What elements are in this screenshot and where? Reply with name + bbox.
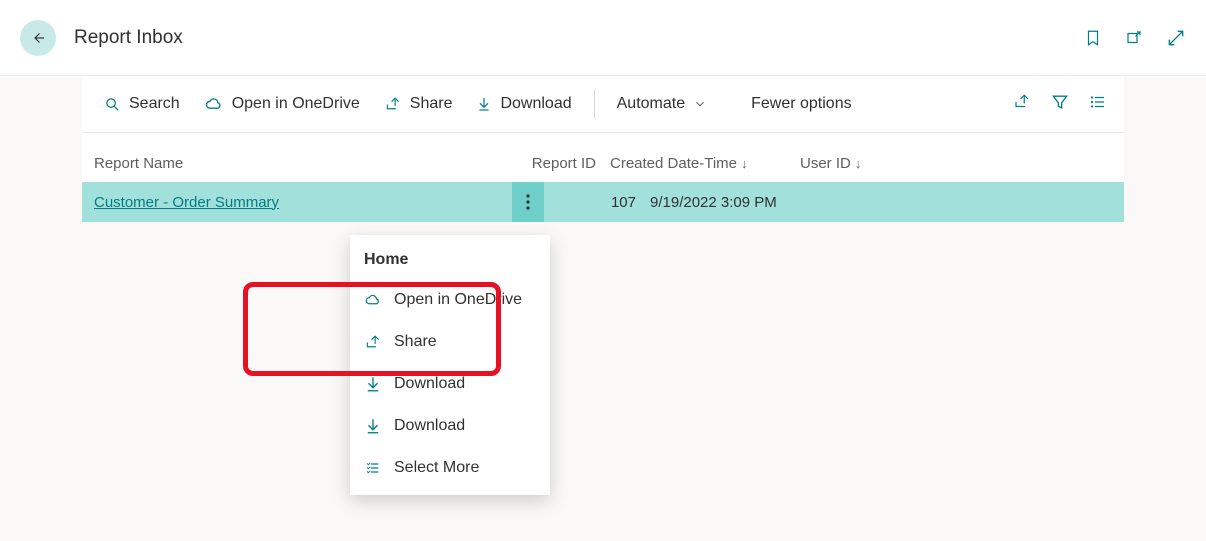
bookmark-icon — [1084, 28, 1102, 48]
bookmark-button[interactable] — [1084, 28, 1102, 48]
search-label: Search — [129, 95, 180, 113]
popout-icon — [1124, 29, 1144, 47]
toolbar-divider — [594, 90, 595, 118]
fewer-options-button[interactable]: Fewer options — [739, 91, 864, 117]
page-title: Report Inbox — [74, 27, 183, 49]
col-user-id[interactable]: User ID ↓ — [800, 155, 910, 172]
menu-select-more[interactable]: Select More — [350, 447, 550, 489]
open-onedrive-button[interactable]: Open in OneDrive — [192, 91, 372, 117]
col-date-label: Created Date-Time — [610, 155, 737, 172]
expand-icon — [1166, 28, 1186, 48]
table-row[interactable]: Customer - Order Summary 107 9/19/2022 3… — [82, 182, 1124, 222]
automate-label: Automate — [617, 95, 685, 113]
cell-report-id: 107 — [560, 194, 650, 211]
download-button[interactable]: Download — [464, 91, 583, 117]
menu-download-2[interactable]: Download — [350, 405, 550, 447]
filter-button[interactable] — [1050, 92, 1070, 116]
download-icon — [476, 95, 492, 113]
automate-button[interactable]: Automate — [605, 91, 719, 117]
sort-down-icon: ↓ — [855, 156, 862, 171]
fewer-options-label: Fewer options — [751, 95, 852, 113]
search-icon — [104, 96, 121, 113]
row-more-button[interactable] — [512, 182, 544, 222]
share-icon — [384, 96, 402, 113]
content-area: Search Open in OneDrive Share Download A… — [0, 76, 1206, 541]
menu-share-label: Share — [394, 333, 437, 351]
menu-share[interactable]: Share — [350, 321, 550, 363]
grid-header: Report Name Report ID Created Date-Time ↓… — [82, 133, 1124, 182]
arrow-left-icon — [29, 29, 47, 47]
menu-onedrive-label: Open in OneDrive — [394, 291, 522, 309]
context-menu: Home Open in OneDrive Share Download Dow… — [350, 235, 550, 495]
download-icon — [364, 417, 382, 435]
back-button[interactable] — [20, 20, 56, 56]
data-grid: Report Name Report ID Created Date-Time ↓… — [82, 133, 1124, 222]
cloud-icon — [364, 292, 382, 308]
popout-button[interactable] — [1124, 29, 1144, 47]
header-bar: Report Inbox — [0, 0, 1206, 76]
col-created-date[interactable]: Created Date-Time ↓ — [610, 155, 800, 172]
menu-download2-label: Download — [394, 417, 465, 435]
col-report-id[interactable]: Report ID — [520, 155, 610, 172]
menu-download1-label: Download — [394, 375, 465, 393]
search-button[interactable]: Search — [92, 91, 192, 117]
chevron-down-icon — [693, 97, 707, 111]
menu-selectmore-label: Select More — [394, 459, 479, 477]
filter-icon — [1050, 92, 1070, 112]
download-icon — [364, 375, 382, 393]
list-icon — [1088, 93, 1108, 111]
menu-download-1[interactable]: Download — [350, 363, 550, 405]
share-button[interactable]: Share — [372, 91, 465, 117]
col-user-label: User ID — [800, 155, 851, 172]
cloud-icon — [204, 96, 224, 112]
share-arrow-icon — [1012, 93, 1032, 111]
list-view-button[interactable] — [1088, 93, 1108, 115]
more-vertical-icon — [526, 194, 530, 210]
menu-open-onedrive[interactable]: Open in OneDrive — [350, 279, 550, 321]
cell-created-date: 9/19/2022 3:09 PM — [650, 194, 840, 211]
report-link[interactable]: Customer - Order Summary — [94, 194, 279, 211]
share-icon — [364, 334, 382, 351]
share-page-button[interactable] — [1012, 93, 1032, 115]
onedrive-label: Open in OneDrive — [232, 95, 360, 113]
sort-down-icon: ↓ — [741, 156, 748, 171]
expand-button[interactable] — [1166, 28, 1186, 48]
share-label: Share — [410, 95, 453, 113]
col-report-name[interactable]: Report Name — [90, 155, 520, 172]
context-menu-title: Home — [350, 241, 550, 279]
toolbar: Search Open in OneDrive Share Download A… — [82, 76, 1124, 133]
select-more-icon — [364, 460, 382, 476]
download-label: Download — [500, 95, 571, 113]
